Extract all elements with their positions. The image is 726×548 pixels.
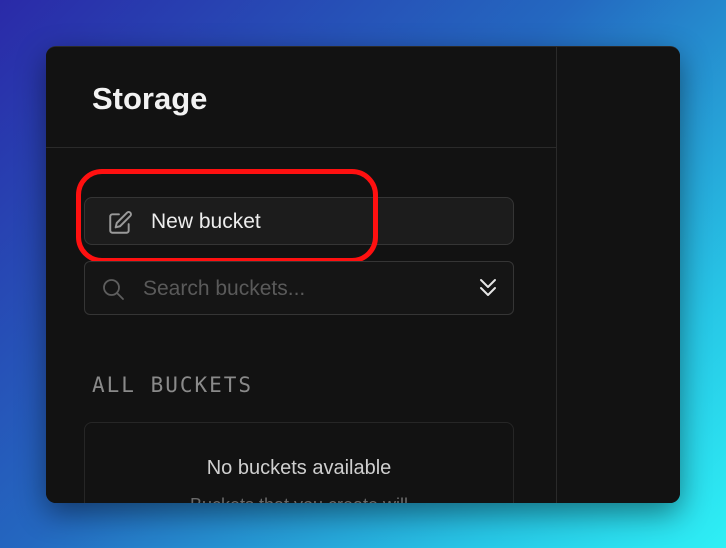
empty-state-subtitle: Buckets that you create will [85, 495, 513, 503]
empty-state-title: No buckets available [206, 457, 392, 479]
chevrons-down-icon[interactable] [477, 276, 499, 302]
section-heading: ALL BUCKETS [92, 373, 254, 397]
sidebar-header: Storage [46, 47, 556, 148]
new-bucket-button[interactable]: New bucket [84, 197, 514, 245]
search-input[interactable] [141, 272, 465, 306]
new-bucket-label: New bucket [151, 210, 261, 233]
search-icon [103, 279, 124, 300]
main-content [557, 47, 680, 503]
storage-sidebar: Storage New bucket ALL BUCKETS N [46, 47, 557, 503]
storage-window: Storage New bucket ALL BUCKETS N [46, 46, 680, 503]
edit-icon [109, 211, 132, 234]
page-title: Storage [92, 81, 208, 116]
search-bar [84, 261, 514, 315]
empty-state: No buckets available Buckets that you cr… [84, 422, 514, 503]
